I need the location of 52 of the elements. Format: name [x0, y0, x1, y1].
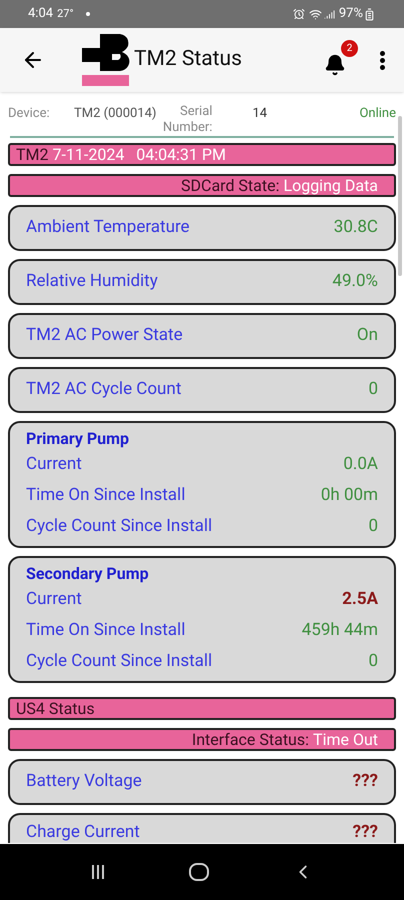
- status-temperature: 27°: [57, 6, 74, 22]
- reading-label: Cycle Count Since Install: [26, 514, 212, 538]
- home-icon[interactable]: [188, 863, 209, 881]
- serial-label: Serial Number:: [162, 104, 212, 136]
- notifications-button[interactable]: 2: [320, 38, 360, 82]
- pump-title: Primary Pump: [26, 429, 130, 449]
- reading-value: 0: [368, 650, 378, 673]
- reading-value: ???: [352, 770, 378, 794]
- reading-label: Battery Voltage: [26, 770, 142, 794]
- device-value: TM2 (000014): [74, 105, 156, 123]
- connection-status: Online: [359, 105, 396, 123]
- reading-value: 459h 44m: [302, 618, 378, 642]
- reading-label: Relative Humidity: [26, 270, 158, 294]
- reading-value: 0.0A: [343, 452, 378, 476]
- reading-value: 2.5A: [342, 588, 378, 611]
- status-time: 4:04: [28, 5, 54, 24]
- reading-value: 30.8C: [334, 216, 378, 240]
- reading-label: Cycle Count Since Install: [26, 650, 212, 673]
- reading-value: ???: [352, 821, 378, 844]
- reading-value: 0: [368, 514, 378, 538]
- header-label: US4 Status: [16, 698, 95, 720]
- notification-badge: 2: [341, 40, 358, 57]
- banner-value: Time Out: [313, 728, 378, 750]
- reading-label: Current: [26, 452, 82, 476]
- reading-label: Time On Since Install: [26, 484, 186, 507]
- pump-title: Secondary Pump: [26, 564, 150, 584]
- serial-value: 14: [252, 105, 268, 123]
- reading-label: TM2 AC Cycle Count: [26, 378, 182, 402]
- reading-value: 0: [368, 378, 378, 402]
- device-label: Device:: [8, 105, 51, 123]
- reading-label: Ambient Temperature: [26, 216, 190, 240]
- reading-label: TM2 AC Power State: [26, 324, 183, 348]
- reading-value: 0h 00m: [320, 484, 378, 507]
- reading-label: Charge Current: [26, 821, 140, 844]
- page-title: TM2 Status: [134, 46, 242, 73]
- alarm-icon: [292, 8, 305, 20]
- banner-label: SDCard State:: [181, 174, 280, 196]
- reading-value: On: [356, 324, 378, 348]
- reading-label: Time On Since Install: [26, 618, 186, 642]
- battery-percent: 97%: [338, 5, 363, 24]
- bell-icon: [324, 54, 346, 76]
- wifi-icon: [308, 8, 322, 20]
- reading-label: Current: [26, 588, 82, 611]
- logo-icon: [82, 34, 132, 86]
- menu-icon: [380, 50, 384, 70]
- battery-icon: [363, 8, 376, 20]
- recent-apps-icon[interactable]: [90, 864, 106, 880]
- header-label: TM2: [16, 144, 49, 166]
- banner-label: Interface Status:: [192, 728, 310, 750]
- header-timestamp: 7-11-2024 04:04:31 PM: [52, 144, 226, 166]
- reading-value: 49.0%: [332, 270, 378, 294]
- banner-value: Logging Data: [283, 174, 378, 196]
